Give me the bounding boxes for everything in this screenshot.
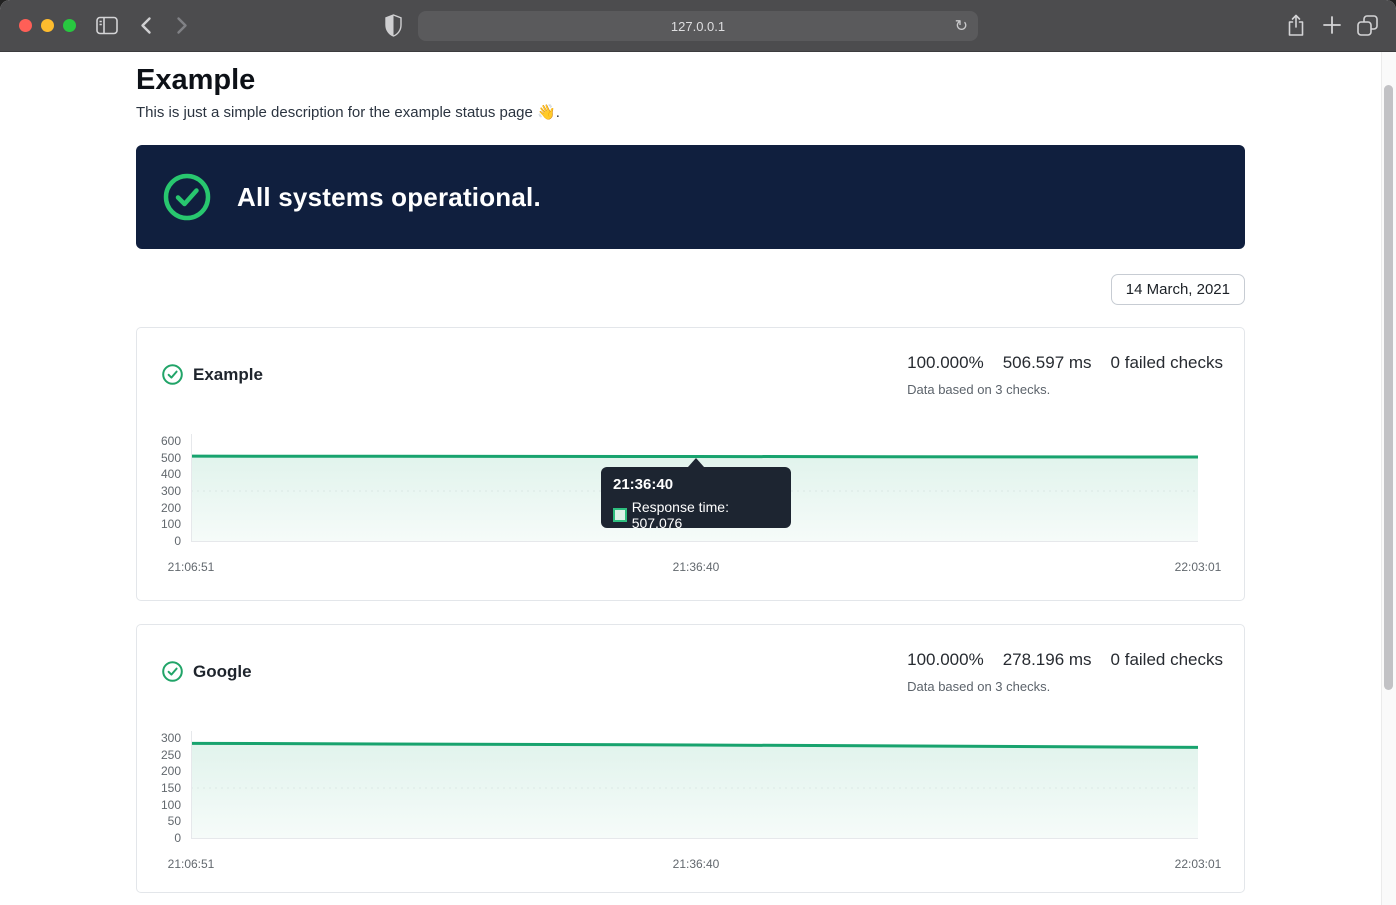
waving-hand-emoji: 👋 [537, 104, 556, 121]
monitor-name: Google [193, 662, 252, 682]
response-time-stat: 278.196 ms [1003, 650, 1092, 670]
check-circle-icon [163, 173, 211, 221]
page-description-text: This is just a simple description for th… [136, 104, 533, 121]
scrollbar-track[interactable] [1381, 52, 1396, 905]
monitor-stats-row: 100.000% 506.597 ms 0 failed checks [907, 353, 1223, 373]
y-axis-labels: 300 250 200 150 100 50 0 [137, 730, 181, 846]
tooltip-time: 21:36:40 [613, 476, 779, 493]
stats-basis: Data based on 3 checks. [907, 679, 1050, 694]
monitor-stats: 100.000% 506.597 ms 0 failed checks Data… [907, 353, 1223, 397]
monitor-check-icon [162, 364, 183, 385]
back-icon[interactable] [140, 16, 152, 40]
monitor-header: Google [162, 661, 252, 682]
chart-tooltip: 21:36:40 Response time: 507.076 [601, 467, 791, 528]
response-time-stat: 506.597 ms [1003, 353, 1092, 373]
tooltip-series-swatch [613, 508, 627, 522]
monitor-header: Example [162, 364, 263, 385]
x-tick: 21:06:51 [121, 560, 261, 574]
uptime-stat: 100.000% [907, 650, 984, 670]
y-axis-labels: 600 500 400 300 200 100 0 [137, 433, 181, 549]
y-tick: 400 [137, 466, 181, 482]
page-title: Example [136, 60, 255, 100]
privacy-shield-icon[interactable] [385, 14, 402, 42]
monitor-stats: 100.000% 278.196 ms 0 failed checks Data… [907, 650, 1223, 694]
x-tick: 21:06:51 [121, 857, 261, 871]
x-tick: 22:03:01 [1128, 560, 1268, 574]
zoom-window-button[interactable] [63, 19, 76, 32]
y-tick: 100 [137, 797, 181, 813]
url-text: 127.0.0.1 [671, 19, 725, 34]
y-tick: 200 [137, 500, 181, 516]
failed-checks-stat: 0 failed checks [1111, 353, 1223, 373]
x-tick: 21:36:40 [626, 857, 766, 871]
date-selector-label: 14 March, 2021 [1126, 281, 1230, 298]
page-description: This is just a simple description for th… [136, 102, 560, 123]
forward-icon[interactable] [176, 16, 188, 40]
share-icon[interactable] [1286, 13, 1306, 43]
y-tick: 600 [137, 433, 181, 449]
status-banner-text: All systems operational. [237, 182, 541, 213]
y-tick: 200 [137, 763, 181, 779]
failed-checks-stat: 0 failed checks [1111, 650, 1223, 670]
monitor-name: Example [193, 365, 263, 385]
stats-basis: Data based on 3 checks. [907, 382, 1050, 397]
y-tick: 300 [137, 730, 181, 746]
y-tick: 250 [137, 747, 181, 763]
browser-window: 127.0.0.1 ↻ Example This is just a [0, 0, 1396, 905]
y-tick: 300 [137, 483, 181, 499]
close-window-button[interactable] [19, 19, 32, 32]
monitor-card-google: Google 100.000% 278.196 ms 0 failed chec… [136, 624, 1245, 893]
status-banner: All systems operational. [136, 145, 1245, 249]
y-tick: 100 [137, 516, 181, 532]
reload-icon[interactable]: ↻ [955, 15, 968, 37]
date-selector[interactable]: 14 March, 2021 [1111, 274, 1245, 305]
sidebar-icon[interactable] [96, 16, 118, 40]
status-page: Example This is just a simple descriptio… [0, 52, 1396, 905]
y-tick: 50 [137, 813, 181, 829]
page-description-period: . [556, 104, 560, 121]
x-tick: 22:03:01 [1128, 857, 1268, 871]
scrollbar-thumb[interactable] [1384, 85, 1393, 690]
x-axis-labels: 21:06:51 21:36:40 22:03:01 [137, 857, 1244, 873]
page-content: Example This is just a simple descriptio… [136, 52, 1245, 905]
x-tick: 21:36:40 [626, 560, 766, 574]
tab-overview-icon[interactable] [1356, 14, 1379, 42]
tooltip-value: Response time: 507.076 [632, 499, 779, 531]
tooltip-row: Response time: 507.076 [613, 499, 779, 531]
new-tab-icon[interactable] [1322, 15, 1342, 40]
y-tick: 0 [137, 830, 181, 846]
y-tick: 150 [137, 780, 181, 796]
browser-toolbar: 127.0.0.1 ↻ [0, 0, 1396, 52]
y-tick: 0 [137, 533, 181, 549]
monitor-card-example: Example 100.000% 506.597 ms 0 failed che… [136, 327, 1245, 601]
minimize-window-button[interactable] [41, 19, 54, 32]
monitor-check-icon [162, 661, 183, 682]
x-axis-labels: 21:06:51 21:36:40 22:03:01 [137, 560, 1244, 576]
address-bar[interactable]: 127.0.0.1 ↻ [418, 11, 978, 41]
uptime-stat: 100.000% [907, 353, 984, 373]
response-time-chart[interactable] [191, 731, 1198, 839]
monitor-stats-row: 100.000% 278.196 ms 0 failed checks [907, 650, 1223, 670]
y-tick: 500 [137, 450, 181, 466]
